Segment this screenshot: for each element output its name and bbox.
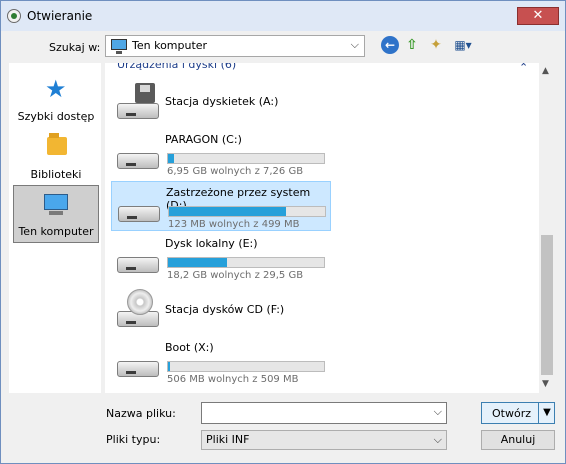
computer-icon — [111, 39, 127, 54]
up-folder-icon[interactable]: ⇧ — [403, 36, 421, 54]
drive-item[interactable]: Boot (X:) 506 MB wolnych z 509 MB — [111, 337, 339, 387]
new-folder-icon[interactable]: ✦ — [427, 36, 445, 54]
navigation-pane: ★ Szybki dostęp Biblioteki Ten komputer — [9, 63, 101, 393]
filename-field[interactable]: ⌵ — [201, 402, 447, 424]
vertical-scrollbar[interactable]: ▲ ▼ — [539, 63, 555, 393]
hard-drive-icon — [118, 206, 160, 222]
group-header[interactable]: Urządzenia i dyski (6) — [117, 63, 236, 71]
file-list[interactable]: Urządzenia i dyski (6) ⌃ Stacja dyskiete… — [105, 63, 555, 393]
close-button[interactable]: ✕ — [517, 7, 559, 25]
open-button[interactable]: Otwórz ▼ — [481, 402, 555, 424]
drive-icon — [117, 103, 159, 119]
filetype-label: Pliki typu: — [106, 433, 161, 446]
look-in-value: Ten komputer — [132, 39, 208, 52]
look-in-label: Szukaj w: — [49, 41, 101, 54]
nav-item-this-pc[interactable]: Ten komputer — [13, 185, 99, 243]
star-icon: ★ — [45, 75, 67, 103]
view-menu-icon[interactable]: ▦▾ — [451, 36, 475, 54]
hard-drive-icon — [117, 153, 159, 169]
drive-item[interactable]: Zastrzeżone przez system (D:) 123 MB wol… — [111, 181, 331, 231]
hard-drive-icon — [117, 361, 159, 377]
free-space-text: 6,95 GB wolnych z 7,26 GB — [167, 166, 304, 177]
usage-bar — [167, 257, 325, 268]
scroll-up-icon[interactable]: ▲ — [542, 66, 549, 76]
usage-bar-fill — [169, 207, 286, 216]
cancel-button[interactable]: Anuluj — [481, 430, 555, 450]
nav-item-label: Ten komputer — [18, 225, 94, 238]
free-space-text: 506 MB wolnych z 509 MB — [167, 374, 299, 385]
free-space-text: 18,2 GB wolnych z 29,5 GB — [167, 270, 304, 281]
drive-item[interactable]: Stacja dysków CD (F:) — [111, 287, 339, 337]
chevron-down-icon[interactable]: ⌵ — [434, 405, 442, 419]
filetype-select[interactable]: Pliki INF ⌵ — [201, 430, 447, 450]
nav-item-libraries[interactable]: Biblioteki — [13, 127, 99, 185]
drive-name: Boot (X:) — [165, 341, 214, 354]
nav-item-quick-access[interactable]: ★ Szybki dostęp — [13, 69, 99, 127]
filename-label: Nazwa pliku: — [106, 407, 176, 420]
open-button-label: Otwórz — [492, 407, 531, 420]
cd-icon — [127, 289, 153, 315]
usage-bar — [167, 153, 325, 164]
drive-item[interactable]: Dysk lokalny (E:) 18,2 GB wolnych z 29,5… — [111, 233, 339, 283]
nav-item-label: Szybki dostęp — [17, 110, 95, 123]
free-space-text: 123 MB wolnych z 499 MB — [168, 219, 300, 230]
usage-bar-fill — [168, 258, 228, 267]
computer-icon — [44, 194, 68, 215]
usage-bar — [167, 361, 325, 372]
drive-name: Stacja dysków CD (F:) — [165, 303, 285, 316]
look-in-combobox[interactable]: Ten komputer ⌵ — [105, 35, 365, 57]
usage-bar-fill — [168, 362, 170, 371]
window-title: Otwieranie — [27, 9, 93, 23]
usage-bar-fill — [168, 154, 175, 163]
hard-drive-icon — [117, 257, 159, 273]
chevron-down-icon[interactable]: ⌵ — [351, 38, 359, 52]
drive-item[interactable]: PARAGON (C:) 6,95 GB wolnych z 7,26 GB — [111, 129, 339, 179]
drive-item[interactable]: Stacja dyskietek (A:) — [111, 79, 339, 129]
scrollbar-thumb[interactable] — [541, 235, 553, 375]
back-icon[interactable]: ← — [381, 36, 399, 54]
open-dialog: Otwieranie ✕ Szukaj w: Ten komputer ⌵ ← … — [0, 0, 566, 464]
library-icon — [47, 133, 67, 155]
drive-name: PARAGON (C:) — [165, 133, 242, 146]
filetype-value: Pliki INF — [206, 433, 250, 446]
chevron-down-icon[interactable]: ⌵ — [434, 433, 442, 447]
drive-name: Stacja dyskietek (A:) — [165, 95, 279, 108]
usage-bar — [168, 206, 326, 217]
open-split-arrow-icon[interactable]: ▼ — [538, 403, 555, 423]
nav-item-label: Biblioteki — [30, 168, 82, 181]
drive-name: Dysk lokalny (E:) — [165, 237, 258, 250]
title-bar: Otwieranie ✕ — [1, 1, 565, 31]
floppy-icon — [135, 83, 155, 103]
scroll-down-icon[interactable]: ▼ — [542, 379, 549, 389]
collapse-icon[interactable]: ⌃ — [519, 63, 528, 74]
app-icon — [7, 9, 21, 23]
